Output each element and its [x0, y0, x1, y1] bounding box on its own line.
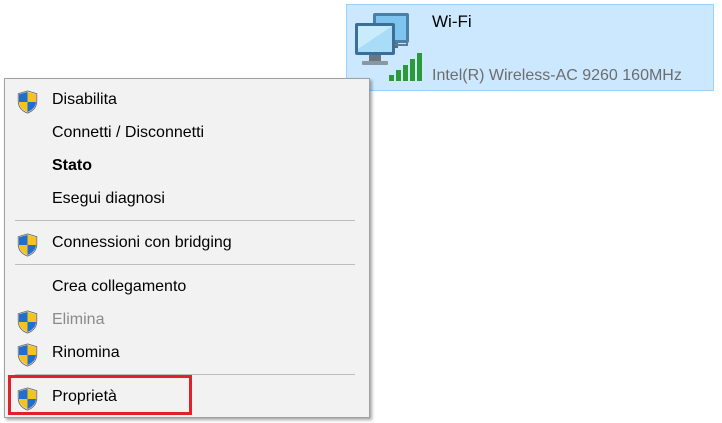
menu-item-connect-disconnect[interactable]: Connetti / Disconnetti: [5, 119, 369, 149]
menu-item-disable[interactable]: Disabilita: [5, 86, 369, 116]
menu-item-label: Disabilita: [52, 91, 117, 108]
uac-shield-icon: [17, 343, 38, 367]
menu-item-label: Elimina: [52, 311, 105, 328]
menu-item-label: Rinomina: [52, 344, 120, 361]
uac-shield-icon: [17, 233, 38, 257]
uac-shield-icon: [17, 310, 38, 334]
menu-item-delete[interactable]: Elimina: [5, 306, 369, 336]
menu-item-create-shortcut[interactable]: Crea collegamento: [5, 273, 369, 303]
menu-item-label: Stato: [52, 157, 92, 174]
menu-separator: [15, 264, 355, 265]
wifi-adapter-tile[interactable]: Wi-Fi Intel(R) Wireless-AC 9260 160MHz: [346, 4, 714, 91]
menu-item-label: Esegui diagnosi: [52, 190, 165, 207]
menu-separator: [15, 220, 355, 221]
menu-item-label: Connetti / Disconnetti: [52, 124, 205, 141]
menu-item-label: Connessioni con bridging: [52, 234, 232, 251]
adapter-device-name: Intel(R) Wireless-AC 9260 160MHz: [432, 67, 682, 84]
menu-item-label: Crea collegamento: [52, 278, 187, 295]
menu-item-diagnose[interactable]: Esegui diagnosi: [5, 185, 369, 215]
wifi-network-adapter-icon: [355, 13, 422, 81]
adapter-name: Wi-Fi: [432, 12, 472, 31]
menu-item-bridge-connections[interactable]: Connessioni con bridging: [5, 229, 369, 259]
properties-highlight-box: [8, 375, 192, 415]
uac-shield-icon: [17, 90, 38, 114]
menu-item-rename[interactable]: Rinomina: [5, 339, 369, 369]
menu-item-status[interactable]: Stato: [5, 152, 369, 182]
context-menu: Disabilita Connetti / Disconnetti Stato …: [4, 78, 370, 418]
